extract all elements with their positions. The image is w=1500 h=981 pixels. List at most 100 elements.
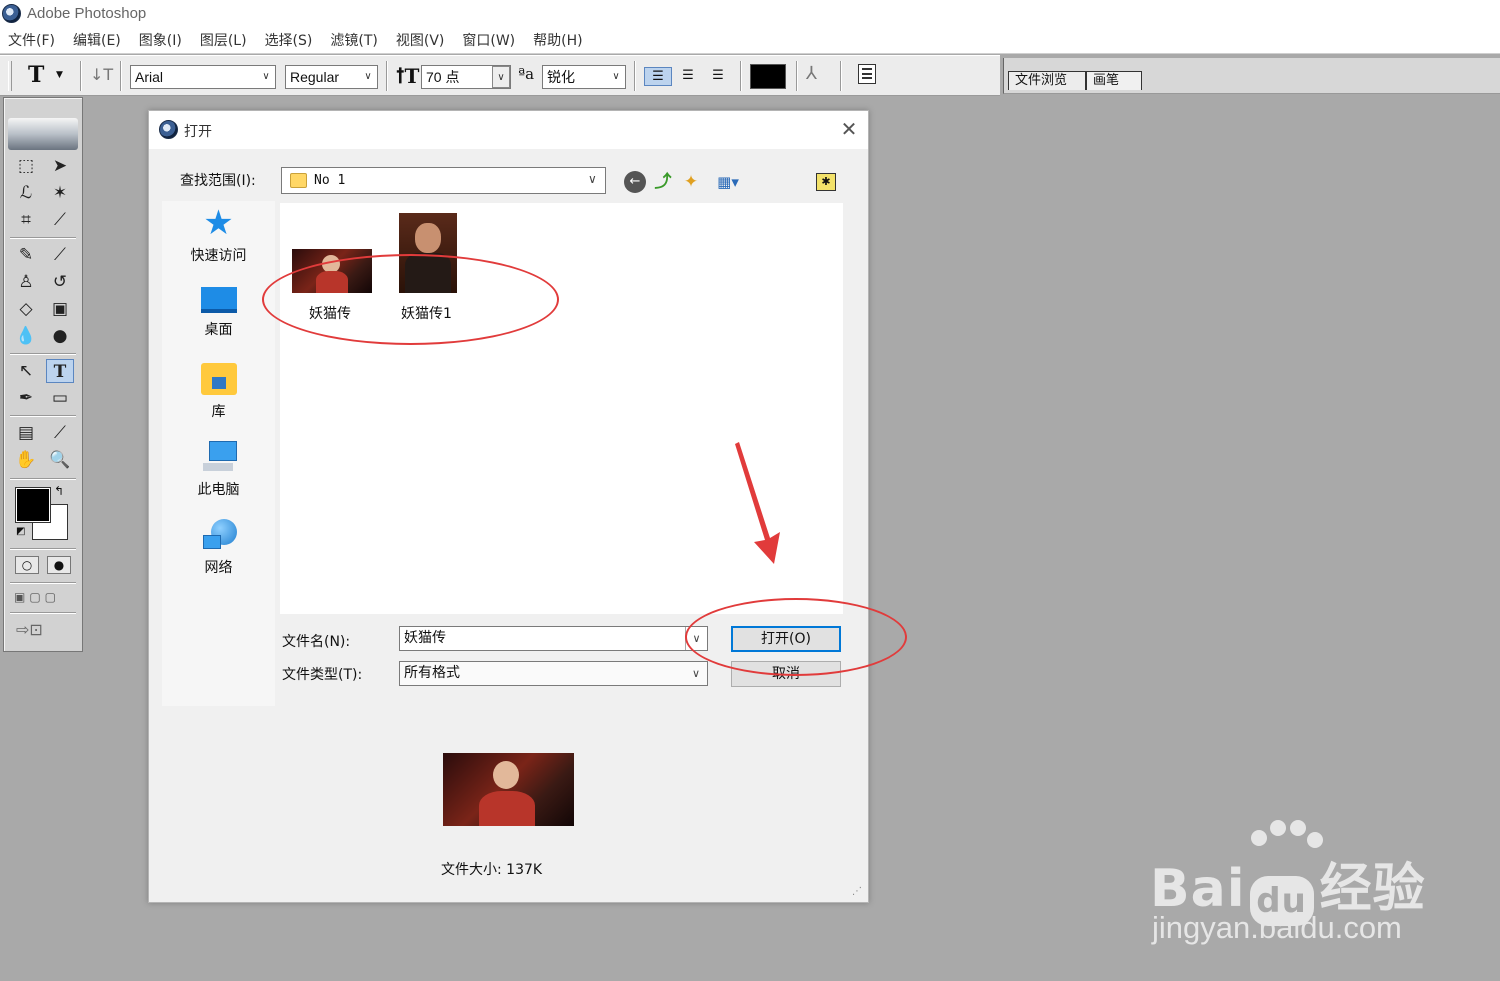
options-separator bbox=[740, 61, 742, 91]
font-style-select[interactable]: Regular ∨ bbox=[285, 65, 378, 89]
tab-file-browser[interactable]: 文件浏览 bbox=[1008, 71, 1086, 90]
type-tool-icon[interactable]: T bbox=[46, 359, 74, 383]
resize-grip-icon[interactable]: ⋰ bbox=[852, 886, 862, 897]
align-right-icon[interactable]: ☰ bbox=[704, 67, 732, 86]
new-folder-icon[interactable]: ✦ bbox=[680, 171, 702, 193]
antialias-icon: ªa bbox=[518, 65, 535, 83]
healing-brush-tool-icon[interactable]: ✎ bbox=[12, 243, 40, 267]
foreground-color-fill bbox=[15, 487, 51, 523]
place-library[interactable]: 库 bbox=[162, 363, 275, 421]
computer-icon bbox=[201, 441, 237, 473]
font-family-select[interactable]: Arial ∨ bbox=[130, 65, 276, 89]
font-size-icon: ꝉT bbox=[396, 64, 420, 88]
back-icon[interactable]: ← bbox=[624, 171, 646, 193]
options-separator bbox=[386, 61, 388, 91]
image-preview bbox=[443, 753, 574, 826]
antialias-select[interactable]: 锐化 ∨ bbox=[542, 65, 626, 89]
font-size-select[interactable]: 70 点 ∨ bbox=[421, 65, 511, 89]
place-desktop[interactable]: 桌面 bbox=[162, 287, 275, 339]
menu-window[interactable]: 窗口(W) bbox=[462, 28, 524, 53]
tool-separator bbox=[10, 548, 76, 550]
marquee-tool-icon[interactable]: ⬚ bbox=[12, 154, 40, 178]
hand-tool-icon[interactable]: ✋ bbox=[12, 448, 40, 472]
menu-layer[interactable]: 图层(L) bbox=[200, 28, 256, 53]
browse-folder-icon[interactable]: ✱ bbox=[816, 173, 836, 191]
history-brush-tool-icon[interactable]: ↺ bbox=[46, 270, 74, 294]
move-tool-icon[interactable]: ➤ bbox=[46, 154, 74, 178]
place-label: 快速访问 bbox=[190, 248, 247, 264]
font-style-value: Regular bbox=[290, 69, 340, 85]
chevron-down-icon: ∨ bbox=[364, 71, 372, 82]
text-color-fill bbox=[751, 65, 785, 88]
gradient-tool-icon[interactable]: ▣ bbox=[46, 297, 74, 321]
align-center-icon[interactable]: ☰ bbox=[674, 67, 702, 86]
photoshop-app-icon bbox=[159, 120, 178, 139]
toolbox-header-logo[interactable] bbox=[8, 118, 78, 150]
notes-tool-icon[interactable]: ▤ bbox=[12, 421, 40, 445]
crop-tool-icon[interactable]: ⌗ bbox=[12, 208, 40, 232]
filename-input[interactable]: 妖猫传 ∨ bbox=[399, 626, 708, 651]
text-tool-preset-icon[interactable]: T bbox=[28, 62, 44, 88]
blur-tool-icon[interactable]: 💧 bbox=[12, 324, 40, 348]
pen-tool-icon[interactable]: ✒ bbox=[12, 386, 40, 410]
look-in-select[interactable]: No 1 ∨ bbox=[281, 167, 606, 194]
text-orientation-icon[interactable]: ↓T bbox=[90, 65, 113, 84]
filetype-select[interactable]: 所有格式 ∨ bbox=[399, 661, 708, 686]
filename-label: 文件名(N): bbox=[282, 634, 351, 650]
menu-image[interactable]: 图象(I) bbox=[139, 28, 191, 53]
standard-mode-icon[interactable]: ○ bbox=[15, 556, 39, 574]
filetype-value: 所有格式 bbox=[404, 665, 460, 681]
menu-filter[interactable]: 滤镜(T) bbox=[330, 28, 386, 53]
filetype-label: 文件类型(T): bbox=[282, 667, 363, 683]
look-in-value: No 1 bbox=[314, 173, 346, 188]
eyedropper-tool-icon[interactable]: ⟋ bbox=[46, 421, 74, 445]
tab-brushes[interactable]: 画笔 bbox=[1086, 71, 1142, 90]
screen-mode-icons[interactable]: ▣▢▢ bbox=[14, 590, 60, 604]
photoshop-app-icon bbox=[2, 4, 21, 23]
brush-tool-icon[interactable]: ⟋ bbox=[46, 243, 74, 267]
menu-select[interactable]: 选择(S) bbox=[265, 28, 322, 53]
app-title: Adobe Photoshop bbox=[27, 5, 147, 22]
swap-colors-icon[interactable]: ↰ bbox=[54, 484, 64, 498]
font-size-value: 70 点 bbox=[426, 69, 460, 85]
palettes-toggle-icon[interactable] bbox=[858, 64, 876, 84]
warp-text-icon[interactable]: ⅄ bbox=[806, 63, 817, 84]
eraser-tool-icon[interactable]: ◇ bbox=[12, 297, 40, 321]
jump-to-imageready-icon[interactable]: ⇨⊡ bbox=[16, 620, 43, 639]
network-globe-icon bbox=[201, 519, 237, 551]
menu-edit[interactable]: 编辑(E) bbox=[73, 28, 130, 53]
align-left-icon[interactable]: ☰ bbox=[644, 67, 672, 86]
font-family-value: Arial bbox=[135, 69, 164, 85]
text-color-swatch[interactable] bbox=[750, 64, 786, 89]
view-menu-icon[interactable]: ▦▾ bbox=[711, 171, 745, 193]
library-folder-icon bbox=[200, 363, 237, 395]
quick-mask-icon[interactable]: ● bbox=[47, 556, 71, 574]
zoom-tool-icon[interactable]: 🔍 bbox=[46, 448, 74, 472]
place-this-pc[interactable]: 此电脑 bbox=[162, 441, 275, 499]
up-folder-icon[interactable]: ⤴ bbox=[652, 171, 674, 193]
file-size-label: 文件大小: 137K bbox=[441, 862, 543, 878]
menu-view[interactable]: 视图(V) bbox=[396, 28, 454, 53]
magic-wand-tool-icon[interactable]: ✶ bbox=[46, 181, 74, 205]
lasso-tool-icon[interactable]: ℒ bbox=[12, 181, 40, 205]
chevron-down-icon: ∨ bbox=[262, 71, 270, 82]
place-network[interactable]: 网络 bbox=[162, 519, 275, 577]
clone-stamp-tool-icon[interactable]: ♙ bbox=[12, 270, 40, 294]
preset-chevron-down-icon[interactable]: ▼ bbox=[56, 70, 63, 80]
dodge-tool-icon[interactable]: ● bbox=[46, 324, 74, 348]
options-separator bbox=[796, 61, 798, 91]
path-selection-tool-icon[interactable]: ↖ bbox=[12, 359, 40, 383]
place-label: 桌面 bbox=[204, 322, 233, 338]
watermark-url: jingyan.baidu.com bbox=[1152, 910, 1402, 945]
menu-file[interactable]: 文件(F) bbox=[8, 28, 64, 53]
rectangle-tool-icon[interactable]: ▭ bbox=[46, 386, 74, 410]
default-colors-icon[interactable]: ◩ bbox=[16, 526, 25, 537]
menu-help[interactable]: 帮助(H) bbox=[533, 28, 591, 53]
antialias-value: 锐化 bbox=[547, 69, 575, 85]
slice-tool-icon[interactable]: ⟋ bbox=[46, 208, 74, 232]
close-icon[interactable]: ✕ bbox=[839, 119, 859, 139]
tool-separator bbox=[10, 353, 76, 355]
place-quick-access[interactable]: ★ 快速访问 bbox=[162, 206, 275, 265]
desktop-icon bbox=[200, 287, 237, 313]
dialog-title: 打开 bbox=[184, 124, 212, 140]
